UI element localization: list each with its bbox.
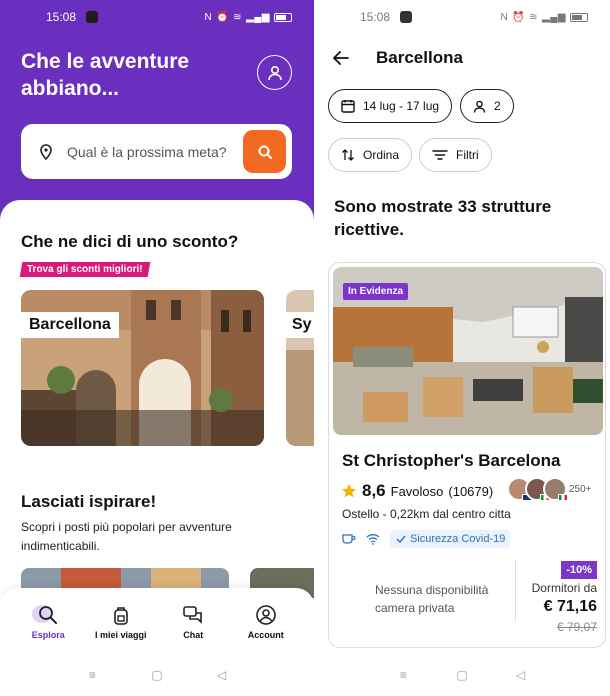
- system-nav-bar: ≡ ▢ ◁: [314, 654, 610, 696]
- backpack-icon: [109, 603, 133, 627]
- city-label-barcelona: Barcellona: [21, 312, 119, 338]
- alarm-icon: ⏰: [216, 11, 230, 23]
- signal-icon: ▂▄▆: [542, 11, 566, 23]
- discount-section-title: Che ne dici di uno sconto?: [21, 232, 239, 251]
- page-title: Che le avventure abbiano...: [21, 50, 190, 100]
- app-notification-icon: [400, 11, 413, 23]
- profile-button[interactable]: [257, 55, 292, 90]
- tab-label: I miei viaggi: [94, 629, 147, 640]
- price-divider: [515, 561, 516, 621]
- tab-label: Chat: [183, 629, 204, 640]
- property-card[interactable]: In Evidenza St Christopher's Barcelona 8…: [328, 262, 606, 648]
- location-pin-icon: [40, 143, 52, 160]
- status-bar: 15:08 N ⏰ ≋ ▂▄▆: [0, 0, 314, 34]
- flag-icon: [558, 494, 568, 501]
- hero-header: [0, 0, 314, 232]
- back-nav-icon[interactable]: ◁: [514, 668, 528, 682]
- account-icon: [254, 603, 278, 627]
- sort-label: Ordina: [363, 148, 400, 162]
- rating-label: Favoloso: [390, 483, 444, 499]
- search-results-screen: 15:08 N ⏰ ≋ ▂▄▆ Barcellona 14 lug - 17 l…: [314, 0, 610, 696]
- wifi-icon: ≋: [529, 11, 539, 23]
- dorm-price-label: Dormitori da: [531, 581, 597, 595]
- original-price: € 79,07: [556, 620, 597, 634]
- guests-count: 2: [494, 99, 501, 113]
- home-nav-icon[interactable]: ▢: [455, 668, 469, 682]
- chat-icon: [181, 603, 205, 627]
- review-count: (10679): [448, 483, 494, 499]
- search-icon: [32, 603, 60, 627]
- rating-score: 8,6: [362, 481, 386, 500]
- filter-icon: [432, 150, 448, 160]
- more-guests-count: 250+: [569, 483, 592, 495]
- safety-hand-icon: [396, 535, 406, 544]
- menu-nav-icon[interactable]: ≡: [85, 668, 99, 682]
- star-icon: [341, 484, 357, 498]
- search-input[interactable]: [67, 143, 237, 160]
- find-deals-badge[interactable]: Trova gli sconti migliori!: [19, 262, 150, 277]
- property-name[interactable]: St Christopher's Barcelona: [342, 451, 561, 471]
- bottom-tab-bar: Esplora I miei viaggi Chat Account: [0, 588, 314, 654]
- guests-filter-button[interactable]: 2: [460, 89, 514, 123]
- amenities-row: Sicurezza Covid-19: [342, 530, 511, 548]
- search-button[interactable]: [243, 130, 286, 173]
- tab-chat[interactable]: Chat: [161, 588, 225, 654]
- status-bar: 15:08 N ⏰ ≋ ▂▄▆: [314, 0, 610, 34]
- alarm-icon: ⏰: [512, 11, 526, 23]
- filters-label: Filtri: [456, 148, 479, 162]
- app-notification-icon: [86, 11, 99, 23]
- sort-button[interactable]: Ordina: [328, 138, 413, 172]
- inspire-section-title: Lasciati ispirare!: [21, 492, 157, 511]
- tab-label: Account: [247, 629, 284, 640]
- city-label-2: Sy: [286, 312, 314, 338]
- results-header: Barcellona: [314, 40, 610, 76]
- avatar: [543, 477, 568, 501]
- back-nav-icon[interactable]: ◁: [215, 668, 229, 682]
- results-count-text: Sono mostrate 33 strutture ricettive.: [334, 197, 552, 239]
- sort-icon: [342, 149, 354, 161]
- page-title: Barcellona: [376, 48, 463, 67]
- person-icon: [473, 100, 486, 113]
- wifi-icon: [366, 534, 380, 545]
- menu-nav-icon[interactable]: ≡: [396, 668, 410, 682]
- date-range-label: 14 lug - 17 lug: [363, 99, 440, 113]
- battery-icon: [570, 12, 588, 22]
- private-room-availability: Nessuna disponibilità camera privata: [375, 583, 489, 615]
- inspire-section-text: Scopri i posti più popolari per avventur…: [21, 520, 232, 553]
- guest-avatars: 250+: [507, 477, 592, 501]
- back-button[interactable]: [330, 47, 352, 69]
- property-type-distance: Ostello - 0,22km dal centro citta: [342, 507, 511, 521]
- home-nav-icon[interactable]: ▢: [150, 668, 164, 682]
- nfc-icon: N: [500, 11, 509, 23]
- discount-badge: -10%: [561, 561, 597, 579]
- status-time: 15:08: [46, 10, 77, 24]
- tab-explore[interactable]: Esplora: [16, 588, 80, 654]
- filters-button[interactable]: Filtri: [419, 138, 492, 172]
- home-screen: 15:08 N ⏰ ≋ ▂▄▆ Che le avventure abbiano…: [0, 0, 314, 696]
- status-icons: N ⏰ ≋ ▂▄▆: [500, 12, 588, 23]
- system-nav-bar: ≡ ▢ ◁: [0, 654, 314, 696]
- wifi-icon: ≋: [233, 11, 243, 23]
- covid-safety-badge: Sicurezza Covid-19: [390, 530, 511, 548]
- user-icon: [267, 65, 282, 80]
- coffee-icon: [342, 534, 356, 544]
- nfc-icon: N: [204, 11, 213, 23]
- battery-icon: [274, 12, 292, 22]
- search-icon: [258, 145, 272, 159]
- rating-row: 8,6 Favoloso (10679): [341, 481, 493, 501]
- tab-account[interactable]: Account: [234, 588, 298, 654]
- calendar-icon: [341, 100, 355, 113]
- status-time: 15:08: [360, 10, 391, 24]
- status-icons: N ⏰ ≋ ▂▄▆: [204, 12, 292, 23]
- tab-my-trips[interactable]: I miei viaggi: [89, 588, 153, 654]
- covid-label: Sicurezza Covid-19: [410, 533, 506, 545]
- tab-label: Esplora: [31, 629, 65, 640]
- search-bar[interactable]: [21, 124, 292, 179]
- arrow-left-icon: [333, 51, 349, 65]
- featured-badge: In Evidenza: [343, 283, 409, 300]
- signal-icon: ▂▄▆: [246, 11, 270, 23]
- date-filter-button[interactable]: 14 lug - 17 lug: [328, 89, 453, 123]
- dorm-price: € 71,16: [543, 598, 597, 615]
